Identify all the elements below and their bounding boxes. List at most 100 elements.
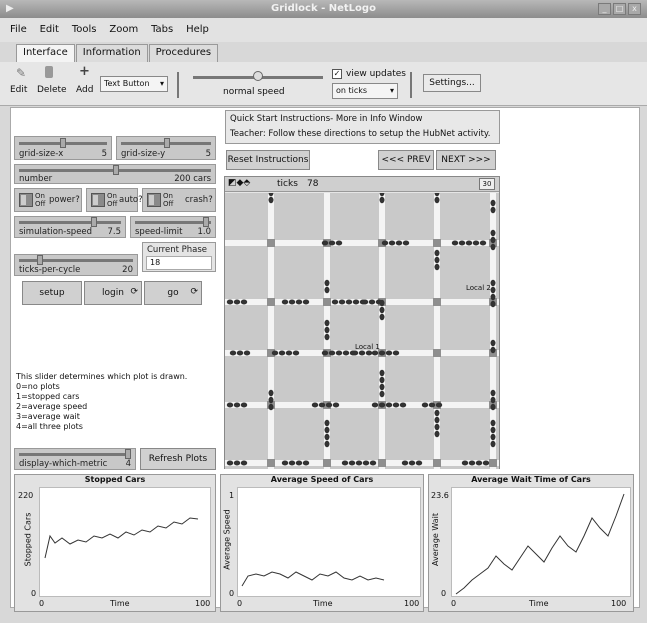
settings-button[interactable]: Settings... bbox=[423, 74, 481, 92]
minimize-icon[interactable]: _ bbox=[598, 3, 611, 15]
ticks-per-cycle-slider[interactable]: ticks-per-cycle 20 bbox=[14, 254, 138, 276]
menu-edit[interactable]: Edit bbox=[40, 18, 59, 42]
menu-help[interactable]: Help bbox=[186, 18, 209, 42]
menu-tabs[interactable]: Tabs bbox=[151, 18, 173, 42]
traffic-grid bbox=[225, 193, 499, 469]
quick-start-panel: Quick Start Instructions- More in Info W… bbox=[225, 110, 500, 144]
slider-value: 4 bbox=[125, 459, 131, 469]
simulation-speed-slider[interactable]: simulation-speed 7.5 bbox=[14, 216, 126, 238]
update-mode-value: on ticks bbox=[336, 86, 368, 95]
speed-limit-slider[interactable]: speed-limit 1.0 bbox=[130, 216, 216, 238]
number-slider[interactable]: number 200 cars bbox=[14, 164, 216, 184]
slider-track bbox=[19, 221, 121, 224]
crash-switch[interactable]: On Off crash? bbox=[142, 188, 216, 212]
separator bbox=[177, 72, 179, 98]
y-axis-label: Average Wait bbox=[431, 512, 441, 567]
separator bbox=[410, 72, 412, 98]
pencil-icon: ✎ bbox=[16, 66, 27, 80]
x-max: 100 bbox=[404, 599, 420, 608]
slider-knob[interactable] bbox=[113, 165, 119, 175]
setup-button[interactable]: setup bbox=[22, 281, 82, 305]
x-axis-label: Time bbox=[313, 599, 333, 608]
x-max: 100 bbox=[195, 599, 211, 608]
login-button[interactable]: login ⟳ bbox=[84, 281, 142, 305]
slider-knob[interactable] bbox=[203, 217, 209, 227]
toggle-icon[interactable] bbox=[91, 193, 105, 207]
view-control-icon[interactable]: ◩◆⬘ bbox=[228, 178, 250, 188]
metric-note: This slider determines which plot is dra… bbox=[16, 372, 187, 432]
speed-label: normal speed bbox=[223, 87, 285, 97]
slider-knob[interactable] bbox=[60, 138, 66, 148]
note-line: 1=stopped cars bbox=[16, 392, 80, 401]
tab-information[interactable]: Information bbox=[75, 44, 148, 62]
switch-off: Off bbox=[163, 200, 174, 208]
view-speed-box[interactable]: 30 bbox=[479, 178, 495, 190]
slider-knob[interactable] bbox=[37, 255, 43, 265]
add-button[interactable]: Add bbox=[76, 85, 93, 95]
menu-tools[interactable]: Tools bbox=[72, 18, 97, 42]
toggle-icon[interactable] bbox=[147, 193, 161, 207]
update-mode-select[interactable]: on ticks ▾ bbox=[332, 83, 398, 99]
monitor-value: 18 bbox=[146, 256, 212, 270]
next-button[interactable]: NEXT >>> bbox=[436, 150, 496, 170]
delete-button[interactable]: Delete bbox=[37, 85, 67, 95]
grid-size-x-slider[interactable]: grid-size-x 5 bbox=[14, 136, 112, 160]
average-wait-plot: Average Wait Time of Cars 23.6 0 Average… bbox=[428, 474, 634, 612]
plot-line bbox=[44, 517, 199, 559]
plot-line bbox=[455, 493, 625, 595]
view-updates-checkbox[interactable]: ✓ bbox=[332, 69, 342, 79]
slider-label: simulation-speed bbox=[19, 227, 93, 237]
toggle-icon[interactable] bbox=[19, 193, 33, 207]
reset-instructions-button[interactable]: Reset Instructions bbox=[226, 150, 310, 170]
quick-start-text: Teacher: Follow these directions to setu… bbox=[230, 129, 491, 139]
plot-title: Average Wait Time of Cars bbox=[471, 475, 591, 484]
switch-label: crash? bbox=[185, 195, 213, 205]
chevron-down-icon: ▾ bbox=[159, 79, 164, 88]
title-bar: Gridlock - NetLogo ▶ _ □ x bbox=[0, 0, 647, 18]
slider-label: speed-limit bbox=[135, 227, 183, 237]
trash-icon bbox=[45, 66, 53, 78]
slider-value: 1.0 bbox=[197, 227, 211, 237]
close-icon[interactable]: x bbox=[628, 3, 641, 15]
y-max: 220 bbox=[18, 491, 34, 500]
app-menu-icon[interactable]: ▶ bbox=[6, 3, 14, 14]
edit-button[interactable]: Edit bbox=[10, 85, 27, 95]
slider-knob[interactable] bbox=[164, 138, 170, 148]
quick-start-title: Quick Start Instructions- More in Info W… bbox=[230, 114, 423, 124]
forever-icon: ⟳ bbox=[130, 287, 138, 297]
window-title: Gridlock - NetLogo bbox=[271, 3, 376, 14]
slider-label: grid-size-y bbox=[121, 149, 166, 159]
slider-value: 20 bbox=[122, 265, 133, 275]
view-header: ◩◆⬘ ticks 78 30 bbox=[225, 177, 499, 192]
toolbar: ✎ Edit Delete + Add Text Button ▾ normal… bbox=[0, 62, 647, 106]
widget-type-select[interactable]: Text Button ▾ bbox=[100, 76, 168, 92]
ticks-value: 78 bbox=[307, 179, 319, 189]
auto-switch[interactable]: On Off auto? bbox=[86, 188, 143, 212]
slider-label: grid-size-x bbox=[19, 149, 64, 159]
display-which-metric-slider[interactable]: display-which-metric 4 bbox=[14, 448, 136, 470]
slider-value: 5 bbox=[205, 149, 211, 159]
grid-size-y-slider[interactable]: grid-size-y 5 bbox=[116, 136, 216, 160]
widget-type-value: Text Button bbox=[104, 79, 150, 88]
speed-slider-knob[interactable] bbox=[253, 71, 263, 81]
note-line: 4=all three plots bbox=[16, 422, 83, 431]
tab-interface[interactable]: Interface bbox=[16, 44, 75, 62]
menu-zoom[interactable]: Zoom bbox=[109, 18, 138, 42]
world-view[interactable]: ◩◆⬘ ticks 78 30 Local 2 Local 1 bbox=[224, 176, 500, 469]
maximize-icon[interactable]: □ bbox=[613, 3, 626, 15]
local-label: Local 2 bbox=[466, 284, 491, 292]
menu-file[interactable]: File bbox=[10, 18, 27, 42]
y-min: 0 bbox=[441, 589, 447, 598]
slider-knob[interactable] bbox=[91, 217, 97, 227]
tab-procedures[interactable]: Procedures bbox=[148, 44, 219, 62]
x-max: 100 bbox=[611, 599, 627, 608]
go-label: go bbox=[167, 288, 179, 298]
go-button[interactable]: go ⟳ bbox=[144, 281, 202, 305]
slider-knob[interactable] bbox=[125, 449, 131, 459]
refresh-plots-button[interactable]: Refresh Plots bbox=[140, 448, 216, 470]
switch-label: auto? bbox=[119, 195, 143, 205]
switch-label: power? bbox=[49, 195, 80, 205]
power-switch[interactable]: On Off power? bbox=[14, 188, 82, 212]
prev-button[interactable]: <<< PREV bbox=[378, 150, 434, 170]
slider-value: 200 cars bbox=[174, 174, 211, 184]
